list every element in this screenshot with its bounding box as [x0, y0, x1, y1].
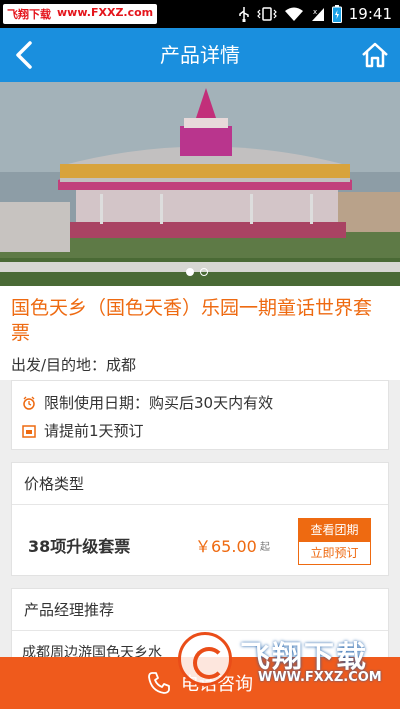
price-section-header: 价格类型	[12, 463, 388, 505]
tip-validity: 限制使用日期：购买后30天内有效	[22, 392, 273, 413]
recommendation-header: 产品经理推荐	[12, 589, 388, 631]
wifi-icon	[284, 7, 303, 21]
tip-advance: 请提前1天预订	[22, 420, 144, 441]
svg-text:x: x	[313, 8, 317, 16]
clock-icon	[23, 396, 35, 410]
calendar-icon	[22, 424, 36, 438]
package-price: ￥65.00	[195, 537, 257, 556]
price-section: 价格类型 38项升级套票 ￥65.00 起 查看团期 立即预订	[11, 462, 389, 576]
status-time: 19:41	[348, 5, 392, 23]
view-tour-dates-button[interactable]: 查看团期	[299, 519, 370, 542]
package-name: 38项升级套票	[28, 537, 131, 556]
status-bar: 飞翔下载 www.FXXZ.com x 19:41	[0, 0, 400, 28]
carousel-dot[interactable]	[200, 268, 208, 276]
status-icons: x 19:41	[238, 0, 392, 28]
product-header: 国色天乡（国色天香）乐园一期童话世界套票 出发/目的地：成都	[0, 286, 400, 380]
product-destination: 出发/目的地：成都	[11, 356, 137, 374]
watermark-badge-name: 飞翔下载	[7, 8, 51, 21]
vibrate-icon	[256, 7, 277, 21]
carousel-indicator	[186, 268, 208, 276]
package-price-suffix: 起	[260, 542, 270, 553]
carousel-photo	[0, 82, 400, 286]
tip-advance-text: 请提前1天预订	[44, 422, 144, 440]
tip-validity-text: 限制使用日期：购买后30天内有效	[44, 394, 274, 412]
nav-bar: 产品详情	[0, 28, 400, 82]
booking-tips: 限制使用日期：购买后30天内有效 请提前1天预订	[11, 380, 389, 450]
watermark-logo	[178, 632, 232, 686]
phone-icon	[148, 672, 170, 694]
package-actions: 查看团期 立即预订	[298, 518, 371, 565]
watermark-overlay: 飞翔下载 WWW.FXXZ.COM	[178, 628, 400, 690]
watermark-url: WWW.FXXZ.COM	[258, 670, 382, 685]
book-now-button[interactable]: 立即预订	[299, 542, 370, 564]
signal-icon: x	[311, 8, 324, 21]
watermark-badge-url: www.FXXZ.com	[57, 6, 154, 19]
product-banner[interactable]	[0, 82, 400, 286]
watermark-badge: 飞翔下载 www.FXXZ.com	[3, 4, 158, 24]
page-title: 产品详情	[160, 43, 240, 67]
home-button[interactable]	[358, 38, 392, 72]
usb-icon	[239, 7, 249, 22]
home-icon	[362, 42, 388, 68]
battery-icon	[331, 5, 342, 23]
carousel-dot[interactable]	[186, 268, 194, 276]
product-title: 国色天乡（国色天香）乐园一期童话世界套票	[11, 297, 373, 344]
